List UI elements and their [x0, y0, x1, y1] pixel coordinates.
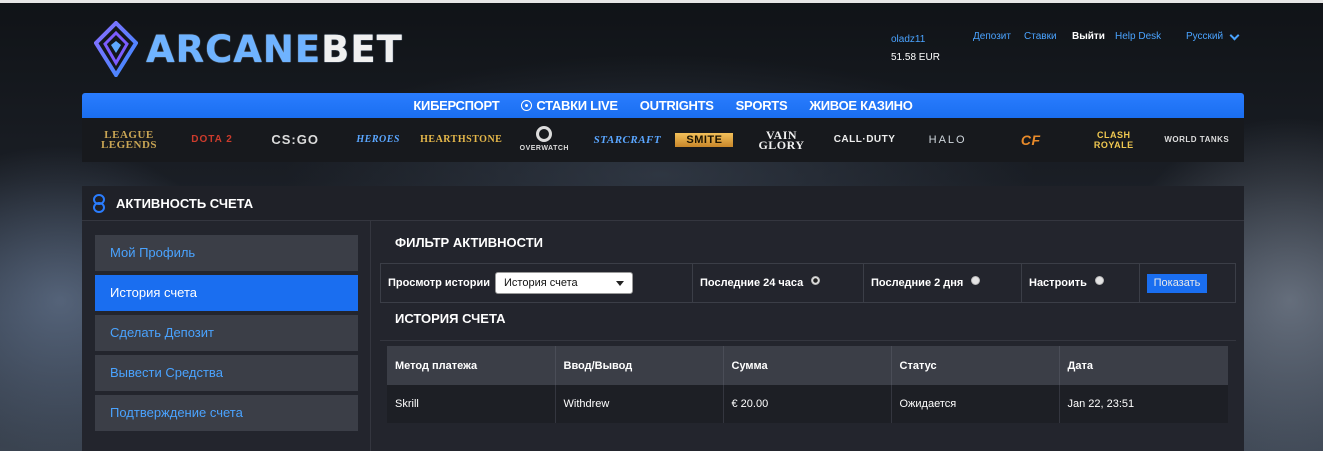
games-bar: LEAGUE LEGENDS DOTA 2 CS:GO HEROES HEART…	[82, 118, 1244, 162]
col-date: Дата	[1059, 346, 1228, 385]
last-2-days-label: Последние 2 дня	[871, 277, 964, 289]
panel-title: АКТИВНОСТЬ СЧЕТА	[116, 195, 254, 211]
top-strip	[0, 0, 1323, 3]
game-hearthstone-logo[interactable]: HEARTHSTONE	[420, 123, 502, 157]
game-csgo-logo[interactable]: CS:GO	[260, 123, 330, 157]
history-type-value: История счета	[504, 277, 578, 289]
game-clash-royale-logo[interactable]: CLASH ROYALE	[1079, 123, 1149, 157]
game-heroes-of-the-storm-logo[interactable]: HEROES	[343, 123, 413, 157]
main-nav: КИБЕРСПОРТ СТАВКИ LIVE OUTRIGHTS SPORTS …	[82, 93, 1244, 118]
nav-casino-label: ЖИВОЕ КАЗИНО	[809, 98, 913, 113]
sidebar-item-account-history[interactable]: История счета	[95, 275, 358, 311]
game-world-of-tanks-logo[interactable]: WORLD TANKS	[1162, 123, 1232, 157]
game-overwatch-logo[interactable]: OVERWATCH	[509, 123, 579, 157]
topnav-bets: Ставки	[1024, 31, 1057, 42]
show-button[interactable]: Показать	[1147, 273, 1207, 293]
language-label: Русский	[1186, 31, 1224, 42]
nav-esports-label: КИБЕРСПОРТ	[413, 98, 500, 113]
history-type-select[interactable]: История счета	[495, 272, 634, 294]
col-in-out: Ввод/Вывод	[555, 346, 724, 385]
history-view-label: Просмотр истории	[388, 277, 491, 289]
topnav-help: Help Desk	[1115, 31, 1161, 42]
game-smite-logo[interactable]: SMITE	[675, 133, 734, 147]
filter-custom[interactable]: Настроить	[1022, 264, 1140, 302]
deposit-link[interactable]: Депозит	[973, 31, 1011, 42]
table-row: Skrill Withdrew € 20.00 Ожидается Jan 22…	[387, 385, 1228, 423]
logo-mark-icon	[94, 21, 138, 77]
overwatch-label: OVERWATCH	[519, 145, 569, 152]
account-activity-icon	[92, 194, 105, 213]
col-amount: Сумма	[723, 346, 892, 385]
show-button-cell: Показать	[1140, 264, 1235, 302]
filter-last-2-days[interactable]: Последние 2 дня	[864, 264, 1022, 302]
nav-live-casino[interactable]: ЖИВОЕ КАЗИНО	[809, 98, 913, 113]
nav-sports[interactable]: SPORTS	[736, 98, 788, 113]
game-call-of-duty-logo[interactable]: CALL·DUTY	[830, 123, 900, 157]
custom-label: Настроить	[1029, 277, 1087, 289]
history-title: ИСТОРИЯ СЧЕТА	[380, 303, 1236, 341]
dropdown-arrow-icon	[616, 280, 625, 286]
live-icon	[521, 100, 533, 111]
sidebar-item-make-deposit[interactable]: Сделать Депозит	[95, 315, 358, 351]
account-info: oladz11 51.58 EUR	[891, 31, 940, 67]
history-view-cell: Просмотр истории История счета	[381, 264, 693, 302]
topnav-logout: Выйти	[1072, 31, 1105, 42]
help-desk-link[interactable]: Help Desk	[1115, 31, 1161, 42]
nav-live-bets[interactable]: СТАВКИ LIVE	[521, 98, 618, 113]
last-24h-radio[interactable]	[811, 275, 821, 285]
last-24h-label: Последние 24 часа	[700, 277, 804, 289]
cell-payment-method: Skrill	[387, 385, 556, 423]
game-dota2-logo[interactable]: DOTA 2	[177, 123, 247, 157]
game-crossfire-logo[interactable]: CF	[996, 123, 1066, 157]
logo-wordmark: ARCANEBET	[146, 27, 403, 71]
sidebar-item-account-verification[interactable]: Подтверждение счета	[95, 395, 358, 431]
username[interactable]: oladz11	[891, 31, 940, 49]
game-starcraft-logo[interactable]: STARCRAFT	[592, 123, 662, 157]
panel-header: АКТИВНОСТЬ СЧЕТА	[82, 186, 1244, 221]
balance: 51.58 EUR	[891, 52, 940, 63]
nav-outrights[interactable]: OUTRIGHTS	[640, 98, 714, 113]
activity-filter: Просмотр истории История счета Последние…	[380, 263, 1236, 303]
arcanebet-logo[interactable]: ARCANEBET	[94, 20, 403, 78]
language-selector[interactable]: Русский	[1186, 30, 1240, 42]
custom-radio[interactable]	[1094, 275, 1104, 285]
game-league-of-legends-logo[interactable]: LEAGUE LEGENDS	[94, 123, 164, 157]
table-header-row: Метод платежа Ввод/Вывод Сумма Статус Да…	[387, 346, 1228, 385]
history-table: Метод платежа Ввод/Вывод Сумма Статус Да…	[387, 346, 1228, 423]
filter-title: ФИЛЬТР АКТИВНОСТИ	[395, 235, 543, 250]
filter-last-24h[interactable]: Последние 24 часа	[693, 264, 864, 302]
nav-outrights-label: OUTRIGHTS	[639, 98, 714, 113]
topnav-deposit: Депозит	[973, 31, 1011, 42]
cell-in-out: Withdrew	[555, 385, 724, 423]
nav-live-label: СТАВКИ LIVE	[536, 98, 618, 113]
overwatch-icon	[536, 126, 553, 142]
account-sidebar: Мой Профиль История счета Сделать Депози…	[95, 235, 358, 435]
account-activity-panel: АКТИВНОСТЬ СЧЕТА Мой Профиль История сче…	[82, 186, 1244, 451]
bets-link[interactable]: Ставки	[1024, 31, 1057, 42]
sidebar-item-my-profile[interactable]: Мой Профиль	[95, 235, 358, 271]
cell-amount: € 20.00	[723, 385, 892, 423]
col-payment-method: Метод платежа	[387, 346, 556, 385]
col-status: Статус	[891, 346, 1060, 385]
cell-date: Jan 22, 23:51	[1059, 385, 1228, 423]
logout-link[interactable]: Выйти	[1072, 31, 1105, 42]
game-vainglory-logo[interactable]: VAIN GLORY	[747, 123, 817, 157]
chevron-down-icon	[1229, 30, 1240, 40]
nav-esports[interactable]: КИБЕРСПОРТ	[413, 98, 499, 113]
game-halo-logo[interactable]: HALO	[913, 123, 983, 157]
sidebar-divider	[370, 221, 371, 451]
content-area: ФИЛЬТР АКТИВНОСТИ Просмотр истории Истор…	[380, 221, 1236, 423]
last-2-days-radio[interactable]	[971, 275, 981, 285]
sidebar-item-withdraw-funds[interactable]: Вывести Средства	[95, 355, 358, 391]
cell-status: Ожидается	[891, 385, 1060, 423]
nav-sports-label: SPORTS	[735, 98, 788, 113]
